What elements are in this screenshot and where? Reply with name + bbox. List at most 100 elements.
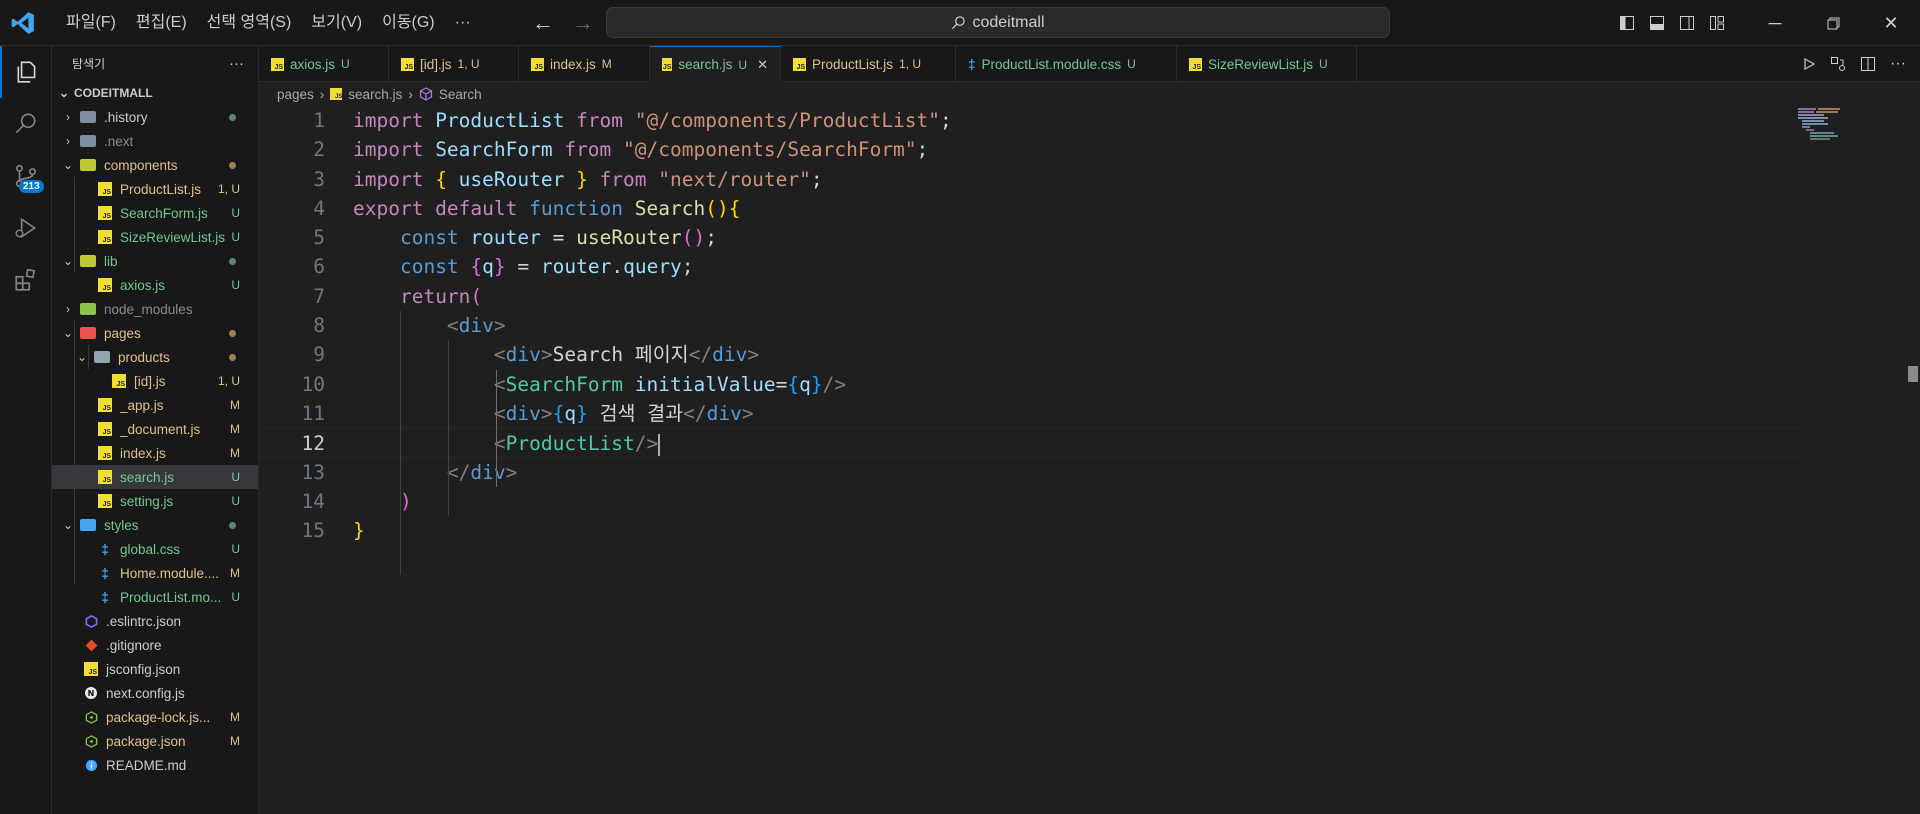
toggle-panel-icon[interactable] — [1642, 0, 1672, 46]
explorer-icon[interactable] — [0, 46, 52, 98]
folder-icon — [80, 159, 96, 171]
editor-tab[interactable]: JS axios.js U — [259, 46, 389, 82]
split-editor-icon[interactable] — [1860, 56, 1876, 72]
menu-item[interactable]: 이동(G) — [372, 0, 445, 46]
run-debug-icon[interactable] — [0, 202, 52, 254]
tree-file[interactable]: JS [id].js 1, U — [52, 369, 258, 393]
compare-changes-icon[interactable] — [1830, 56, 1846, 72]
source-control-icon[interactable]: 213 — [0, 150, 52, 202]
tree-folder[interactable]: ⌄ styles — [52, 513, 258, 537]
code-line[interactable]: 10 <SearchForm initialValue={q}/> — [259, 370, 1799, 399]
tab-label: ProductList.module.css — [981, 56, 1122, 72]
close-tab-icon[interactable]: ✕ — [757, 57, 768, 73]
code-line[interactable]: 15} — [259, 516, 1799, 545]
tree-file[interactable]: Nnext.config.js — [52, 681, 258, 705]
editor-tab[interactable]: ‡ ProductList.module.css U — [956, 46, 1177, 82]
js-file-icon: JS — [793, 57, 806, 71]
code-line[interactable]: 8 <div> — [259, 311, 1799, 340]
tab-status: U — [1319, 57, 1328, 71]
workspace-root-label: CODEITMALL — [74, 86, 153, 100]
minimap[interactable] — [1798, 108, 1850, 142]
code-line[interactable]: 5 const router = useRouter(); — [259, 223, 1799, 252]
menu-item[interactable]: 선택 영역(S) — [197, 0, 302, 46]
tree-folder[interactable]: › .history — [52, 105, 258, 129]
nodejs-icon — [82, 733, 100, 749]
code-editor[interactable]: 1 import ProductList from "@/components/P… — [259, 106, 1799, 545]
tree-file[interactable]: ‡ ProductList.mo... U — [52, 585, 258, 609]
file-tree: › .history › .next ⌄ components JS ProductList.… — [52, 105, 258, 777]
more-actions-icon[interactable]: ··· — [1890, 55, 1906, 73]
menu-item[interactable]: 파일(F) — [56, 0, 126, 46]
tree-file[interactable]: .gitignore — [52, 633, 258, 657]
tree-indent-guide — [74, 249, 75, 273]
tree-file[interactable]: package-lock.js... M — [52, 705, 258, 729]
code-line[interactable]: 3 import { useRouter } from "next/router"… — [259, 165, 1799, 194]
tree-file[interactable]: .eslintrc.json — [52, 609, 258, 633]
menu-item[interactable]: ··· — [445, 0, 481, 46]
tree-item-label: products — [118, 349, 170, 365]
tree-file[interactable]: JS _app.js M — [52, 393, 258, 417]
menu-item[interactable]: 보기(V) — [301, 0, 372, 46]
tree-file[interactable]: JS SearchForm.js U — [52, 201, 258, 225]
code-line[interactable]: 13 </div> — [259, 458, 1799, 487]
breadcrumb-folder[interactable]: pages — [277, 87, 314, 102]
code-line[interactable]: 11 <div>{q} 검색 결과</div> — [259, 399, 1799, 428]
editor-tab[interactable]: JS SizeReviewList.js U — [1177, 46, 1357, 82]
tree-file[interactable]: JS jsconfig.json — [52, 657, 258, 681]
tree-file[interactable]: JS ProductList.js 1, U — [52, 177, 258, 201]
back-arrow-icon[interactable]: ← — [532, 10, 554, 36]
breadcrumb-file[interactable]: search.js — [348, 87, 402, 102]
restore-icon[interactable] — [1804, 0, 1862, 46]
code-line[interactable]: 7 return( — [259, 282, 1799, 311]
close-window-icon[interactable]: ✕ — [1862, 0, 1920, 46]
tree-folder[interactable]: ⌄ components — [52, 153, 258, 177]
editor-tabs: JS axios.js U JS [id].js 1, U JS index.js M JS sea… — [259, 46, 1920, 82]
code-line[interactable]: 2 import SearchForm from "@/components/Se… — [259, 135, 1799, 164]
code-line[interactable]: 9 <div>Search 페이지</div> — [259, 340, 1799, 369]
js-file-icon: JS — [271, 57, 284, 71]
tree-file[interactable]: JS index.js M — [52, 441, 258, 465]
tree-file[interactable]: JS SizeReviewList.js U — [52, 225, 258, 249]
menu-item[interactable]: 편집(E) — [126, 0, 197, 46]
run-icon[interactable] — [1802, 57, 1816, 71]
tree-file[interactable]: JS setting.js U — [52, 489, 258, 513]
forward-arrow-icon[interactable]: → — [572, 10, 594, 36]
workspace-root[interactable]: ⌄ CODEITMALL — [52, 81, 258, 105]
tree-file[interactable]: ‡ global.css U — [52, 537, 258, 561]
extensions-icon[interactable] — [0, 254, 52, 306]
search-view-icon[interactable] — [0, 98, 52, 150]
tree-file[interactable]: README.md — [52, 753, 258, 777]
editor-tab[interactable]: JS index.js M — [519, 46, 650, 82]
editor-tab[interactable]: JS search.js U ✕ — [650, 46, 781, 82]
tree-file[interactable]: JS search.js U — [52, 465, 258, 489]
tree-folder[interactable]: › node_modules — [52, 297, 258, 321]
code-line[interactable]: 6 const {q} = router.query; — [259, 252, 1799, 281]
minimize-icon[interactable]: ─ — [1746, 0, 1804, 46]
editor-tab[interactable]: JS ProductList.js 1, U — [781, 46, 956, 82]
code-line[interactable]: 1 import ProductList from "@/components/P… — [259, 106, 1799, 135]
code-line[interactable]: 14 ) — [259, 487, 1799, 516]
tree-folder[interactable]: › .next — [52, 129, 258, 153]
command-center-search[interactable]: codeitmall — [606, 7, 1390, 38]
scrollbar-cursor-marker[interactable] — [1908, 366, 1918, 382]
tree-file[interactable]: JS axios.js U — [52, 273, 258, 297]
tree-item-label: styles — [104, 517, 139, 533]
toggle-primary-sidebar-icon[interactable] — [1612, 0, 1642, 46]
symbol-function-icon — [419, 87, 432, 101]
code-line[interactable]: 4 export default function Search(){ — [259, 194, 1799, 223]
tree-file[interactable]: package.json M — [52, 729, 258, 753]
explorer-more-actions[interactable]: ··· — [229, 55, 244, 72]
toggle-secondary-sidebar-icon[interactable] — [1672, 0, 1702, 46]
tree-item-label: ProductList.mo... — [120, 589, 222, 605]
tree-folder[interactable]: ⌄ pages — [52, 321, 258, 345]
tree-file[interactable]: JS _document.js M — [52, 417, 258, 441]
tree-folder[interactable]: ⌄ products — [52, 345, 258, 369]
breadcrumb-symbol[interactable]: Search — [439, 87, 482, 102]
customize-layout-icon[interactable] — [1702, 0, 1732, 46]
editor-tab[interactable]: JS [id].js 1, U — [389, 46, 519, 82]
tree-file[interactable]: ‡ Home.module.... M — [52, 561, 258, 585]
title-bar: 파일(F) 편집(E) 선택 영역(S) 보기(V) 이동(G) ··· ← → code… — [0, 0, 1920, 46]
tree-indent-guide — [88, 345, 89, 369]
tree-folder[interactable]: ⌄ lib — [52, 249, 258, 273]
code-line[interactable]: 12 <ProductList/> — [259, 428, 1799, 458]
